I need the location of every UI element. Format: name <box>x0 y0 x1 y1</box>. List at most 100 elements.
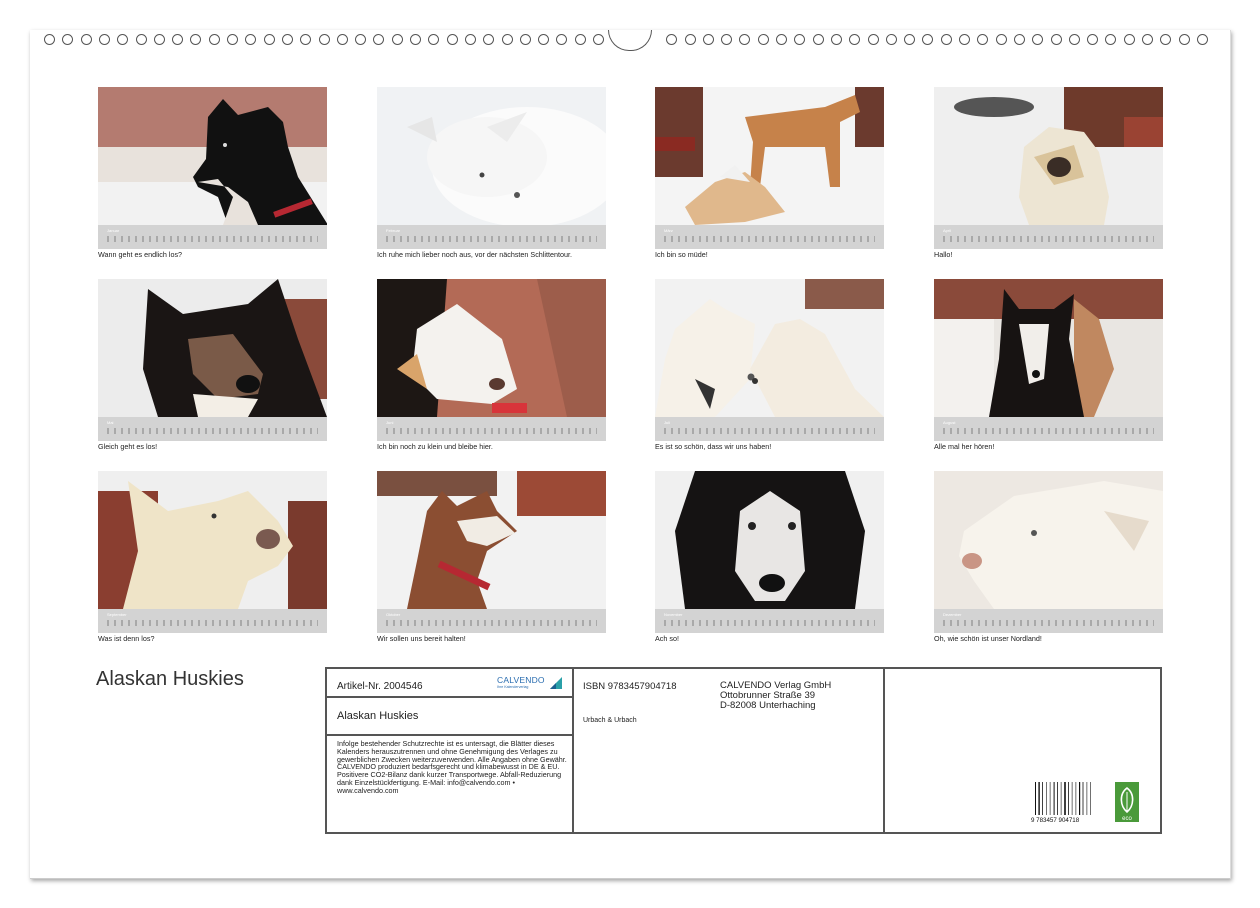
binding-ring <box>373 34 384 45</box>
month-calendar-strip: Januar <box>98 225 327 249</box>
binding-ring <box>1105 34 1116 45</box>
month-calendar-strip: Oktober <box>377 609 606 633</box>
husky-photo <box>934 279 1163 417</box>
barcode-bar <box>1057 782 1058 815</box>
barcode-bar <box>1064 782 1066 815</box>
barcode-bar <box>1042 782 1043 815</box>
month-tile-august: August Alle mal her hören! <box>934 279 1163 451</box>
product-info-box: Artikel-Nr. 2004546 CALVENDO Ihre Kalend… <box>325 667 1162 834</box>
month-calendar-strip: Mai <box>98 417 327 441</box>
binding-ring <box>447 34 458 45</box>
month-tile-september: September Was ist denn los? <box>98 471 327 643</box>
husky-photo <box>377 471 606 609</box>
husky-photo <box>98 87 327 225</box>
month-name: Oktober <box>386 612 400 617</box>
binding-ring <box>703 34 714 45</box>
binding-ring <box>868 34 879 45</box>
month-tile-januar: Januar Wann geht es endlich los? <box>98 87 327 259</box>
month-calendar-strip: September <box>98 609 327 633</box>
binding-ring <box>538 34 549 45</box>
binding-ring <box>685 34 696 45</box>
month-calendar-strip: Juni <box>377 417 606 441</box>
barcode-bar <box>1054 782 1055 815</box>
binding-ring <box>300 34 311 45</box>
product-title: Alaskan Huskies <box>337 710 418 722</box>
eco-badge-icon: eco <box>1115 782 1139 822</box>
month-caption: Wann geht es endlich los? <box>98 251 298 259</box>
binding-ring <box>337 34 348 45</box>
binding-ring <box>886 34 897 45</box>
barcode-bar <box>1061 782 1062 815</box>
binding-ring <box>1069 34 1080 45</box>
husky-photo <box>377 87 606 225</box>
month-name: Februar <box>386 228 400 233</box>
barcode-bar <box>1090 782 1091 815</box>
month-tile-april: April Hallo! <box>934 87 1163 259</box>
barcode-bar <box>1035 782 1036 815</box>
binding-ring <box>1160 34 1171 45</box>
barcode-bar <box>1079 782 1080 815</box>
binding-ring <box>190 34 201 45</box>
article-row: Artikel-Nr. 2004546 CALVENDO Ihre Kalend… <box>327 669 572 698</box>
binding-ring <box>44 34 55 45</box>
month-caption: Alle mal her hören! <box>934 443 1134 451</box>
binding-ring <box>593 34 604 45</box>
binding-ring <box>922 34 933 45</box>
month-calendar-strip: Dezember <box>934 609 1163 633</box>
article-number: Artikel-Nr. 2004546 <box>337 681 423 692</box>
binding-ring <box>1179 34 1190 45</box>
month-name: November <box>664 612 682 617</box>
binding-ring <box>1124 34 1135 45</box>
binding-ring <box>849 34 860 45</box>
calvendo-logo: CALVENDO Ihre Kalenderverlag <box>497 675 563 693</box>
binding-ring <box>996 34 1007 45</box>
publisher-city: D-82008 Unterhaching <box>720 701 831 711</box>
month-caption: Was ist denn los? <box>98 635 298 643</box>
binding-ring <box>62 34 73 45</box>
month-caption: Oh, wie schön ist unser Nordland! <box>934 635 1134 643</box>
binding-ring <box>465 34 476 45</box>
barcode-digits: 9 783457 904718 <box>1031 817 1080 824</box>
legal-notice: Infolge bestehender Schutzrechte ist es … <box>337 740 567 795</box>
month-tile-juli: Juli Es ist so schön, dass wir uns haben… <box>655 279 884 451</box>
husky-photo <box>934 87 1163 225</box>
barcode-bar <box>1050 782 1051 815</box>
binding-ring <box>502 34 513 45</box>
barcode-bar <box>1083 782 1084 815</box>
binding-ring <box>794 34 805 45</box>
month-calendar-strip: Juli <box>655 417 884 441</box>
barcode-bar <box>1087 782 1088 815</box>
binding-ring <box>172 34 183 45</box>
husky-photo <box>655 279 884 417</box>
binding-ring <box>575 34 586 45</box>
month-calendar-strip: Februar <box>377 225 606 249</box>
binding-ring <box>977 34 988 45</box>
barcode-bar <box>1072 782 1073 815</box>
month-name: April <box>943 228 951 233</box>
month-caption: Ich bin so müde! <box>655 251 855 259</box>
binding-ring <box>227 34 238 45</box>
month-name: Juli <box>664 420 670 425</box>
isbn: ISBN 9783457904718 <box>583 681 677 692</box>
month-calendar-strip: März <box>655 225 884 249</box>
month-caption: Ich bin noch zu klein und bleibe hier. <box>377 443 577 451</box>
binding-ring <box>1014 34 1025 45</box>
husky-photo <box>655 87 884 225</box>
month-tile-februar: Februar Ich ruhe mich lieber noch aus, v… <box>377 87 606 259</box>
binding-ring <box>739 34 750 45</box>
author: Urbach & Urbach <box>583 717 637 724</box>
month-name: Dezember <box>943 612 961 617</box>
binding-ring <box>264 34 275 45</box>
husky-photo <box>934 471 1163 609</box>
binding-ring <box>1087 34 1098 45</box>
info-column-left: Artikel-Nr. 2004546 CALVENDO Ihre Kalend… <box>327 669 574 832</box>
month-calendar-strip: November <box>655 609 884 633</box>
binding-ring <box>941 34 952 45</box>
month-caption: Ach so! <box>655 635 855 643</box>
binding-ring <box>99 34 110 45</box>
binding-ring <box>904 34 915 45</box>
month-caption: Ich ruhe mich lieber noch aus, vor der n… <box>377 251 577 259</box>
month-name: März <box>664 228 673 233</box>
month-name: Mai <box>107 420 113 425</box>
husky-photo <box>98 279 327 417</box>
